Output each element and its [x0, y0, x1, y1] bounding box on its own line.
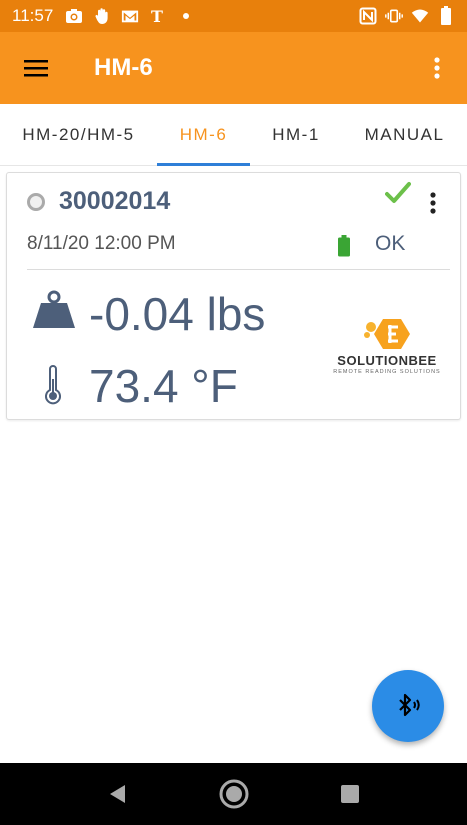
tab-bar: HM-20/HM-5 HM-6 HM-1 MANUAL — [0, 104, 467, 166]
notification-dot-icon — [177, 7, 195, 25]
tab-hm-20-hm-5[interactable]: HM-20/HM-5 — [0, 104, 157, 166]
nfc-icon — [359, 7, 377, 25]
tab-hm-1[interactable]: HM-1 — [250, 104, 342, 166]
status-left-icons: T — [65, 7, 195, 25]
logo-name: SOLUTIONBEE — [337, 353, 437, 368]
solutionbee-logo: SOLUTIONBEE REMOTE READING SOLUTIONS — [325, 317, 449, 377]
status-right-icons — [359, 6, 455, 25]
hamburger-menu-icon[interactable] — [0, 32, 72, 104]
home-icon[interactable] — [176, 763, 292, 825]
app-bar: HM-6 — [0, 32, 467, 104]
temperature-value: 73.4 °F — [89, 360, 238, 412]
reading-datetime: 8/11/20 12:00 PM — [27, 233, 176, 254]
tab-hm-6[interactable]: HM-6 — [157, 104, 250, 166]
device-id: 30002014 — [59, 187, 171, 215]
device-header: 30002014 — [27, 187, 170, 216]
weight-value: -0.04 lbs — [89, 288, 266, 340]
status-indicator-icon — [27, 192, 45, 211]
more-vertical-icon[interactable] — [407, 32, 467, 104]
logo-tagline: REMOTE READING SOLUTIONS — [333, 369, 441, 375]
bee-logo-icon — [364, 319, 410, 349]
check-icon — [385, 181, 411, 210]
wifi-icon — [411, 7, 429, 25]
back-icon[interactable] — [60, 763, 176, 825]
gmail-icon — [121, 7, 139, 25]
battery-icon — [437, 6, 455, 25]
hand-icon — [93, 7, 111, 25]
bluetooth-audio-icon — [399, 693, 420, 717]
battery-status: OK — [375, 232, 406, 255]
vibrate-icon — [385, 7, 403, 25]
recents-icon[interactable] — [292, 763, 408, 825]
thermometer-icon — [43, 365, 63, 410]
bluetooth-fab-button[interactable] — [372, 670, 444, 742]
tab-manual[interactable]: MANUAL — [342, 104, 467, 166]
card-more-vertical-icon[interactable] — [421, 187, 445, 219]
status-bar: 11:57 T — [0, 0, 467, 32]
battery-level-icon — [337, 235, 351, 262]
weight-icon — [31, 290, 77, 335]
svg-text:T: T — [151, 7, 163, 25]
divider — [27, 269, 450, 270]
nytimes-icon: T — [149, 7, 167, 25]
navigation-bar — [0, 763, 467, 825]
device-card[interactable]: 30002014 8/11/20 12:00 PM OK -0.04 lbs 7… — [6, 172, 461, 420]
page-title: HM-6 — [94, 54, 153, 81]
status-time: 11:57 — [12, 6, 54, 25]
camera-icon — [65, 7, 83, 25]
